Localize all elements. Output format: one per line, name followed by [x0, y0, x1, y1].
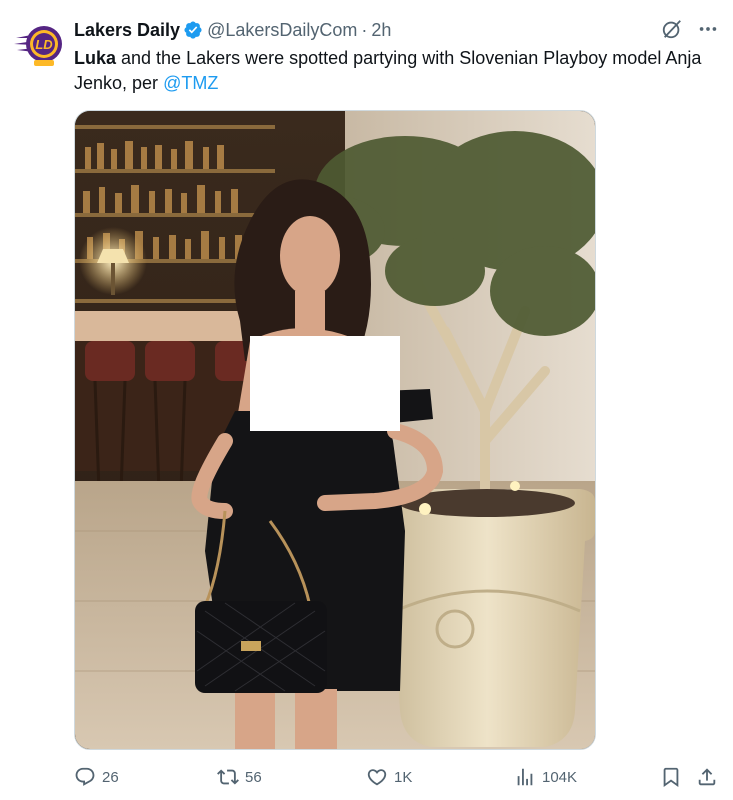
lakers-daily-logo: LD — [14, 26, 62, 66]
share-button[interactable] — [696, 764, 718, 790]
views-count: 104K — [542, 768, 578, 786]
tweet[interactable]: LD Lakers Daily @LakersDailyCom · 2h Luk… — [0, 0, 733, 800]
verified-badge-icon — [183, 20, 203, 40]
heart-icon — [367, 769, 387, 786]
reply-icon — [75, 767, 95, 786]
tweet-text: Luka and the Lakers were spotted partyin… — [74, 46, 714, 96]
top-actions — [661, 18, 719, 40]
like-button[interactable]: 1K — [366, 764, 412, 790]
mention-link[interactable]: @TMZ — [163, 73, 218, 93]
views-button[interactable]: 104K — [514, 764, 577, 790]
bookmark-icon — [663, 767, 679, 788]
bookmark-button[interactable] — [660, 764, 682, 790]
reply-count: 26 — [102, 768, 119, 786]
logo-initials: LD — [35, 37, 53, 52]
author-handle[interactable]: @LakersDailyCom — [207, 20, 357, 41]
action-bar: 26 56 1K 104K — [74, 764, 724, 790]
more-icon[interactable] — [697, 18, 719, 40]
retweet-count: 56 — [245, 768, 262, 786]
tweet-photo[interactable] — [74, 110, 596, 750]
author-name[interactable]: Lakers Daily — [74, 20, 180, 41]
retweet-button[interactable]: 56 — [217, 764, 262, 790]
grok-icon[interactable] — [661, 18, 683, 40]
share-icon — [698, 768, 716, 786]
reply-button[interactable]: 26 — [74, 764, 119, 790]
redaction-box — [250, 336, 400, 431]
tweet-time[interactable]: 2h — [371, 20, 391, 41]
views-icon — [517, 768, 533, 786]
separator-dot: · — [361, 19, 368, 40]
retweet-icon — [217, 769, 239, 785]
photo-illustration — [75, 111, 595, 749]
tweet-header: Lakers Daily @LakersDailyCom · 2h — [74, 18, 391, 42]
avatar[interactable]: LD — [14, 20, 64, 68]
tweet-text-bold: Luka — [74, 48, 117, 68]
like-count: 1K — [394, 768, 413, 786]
